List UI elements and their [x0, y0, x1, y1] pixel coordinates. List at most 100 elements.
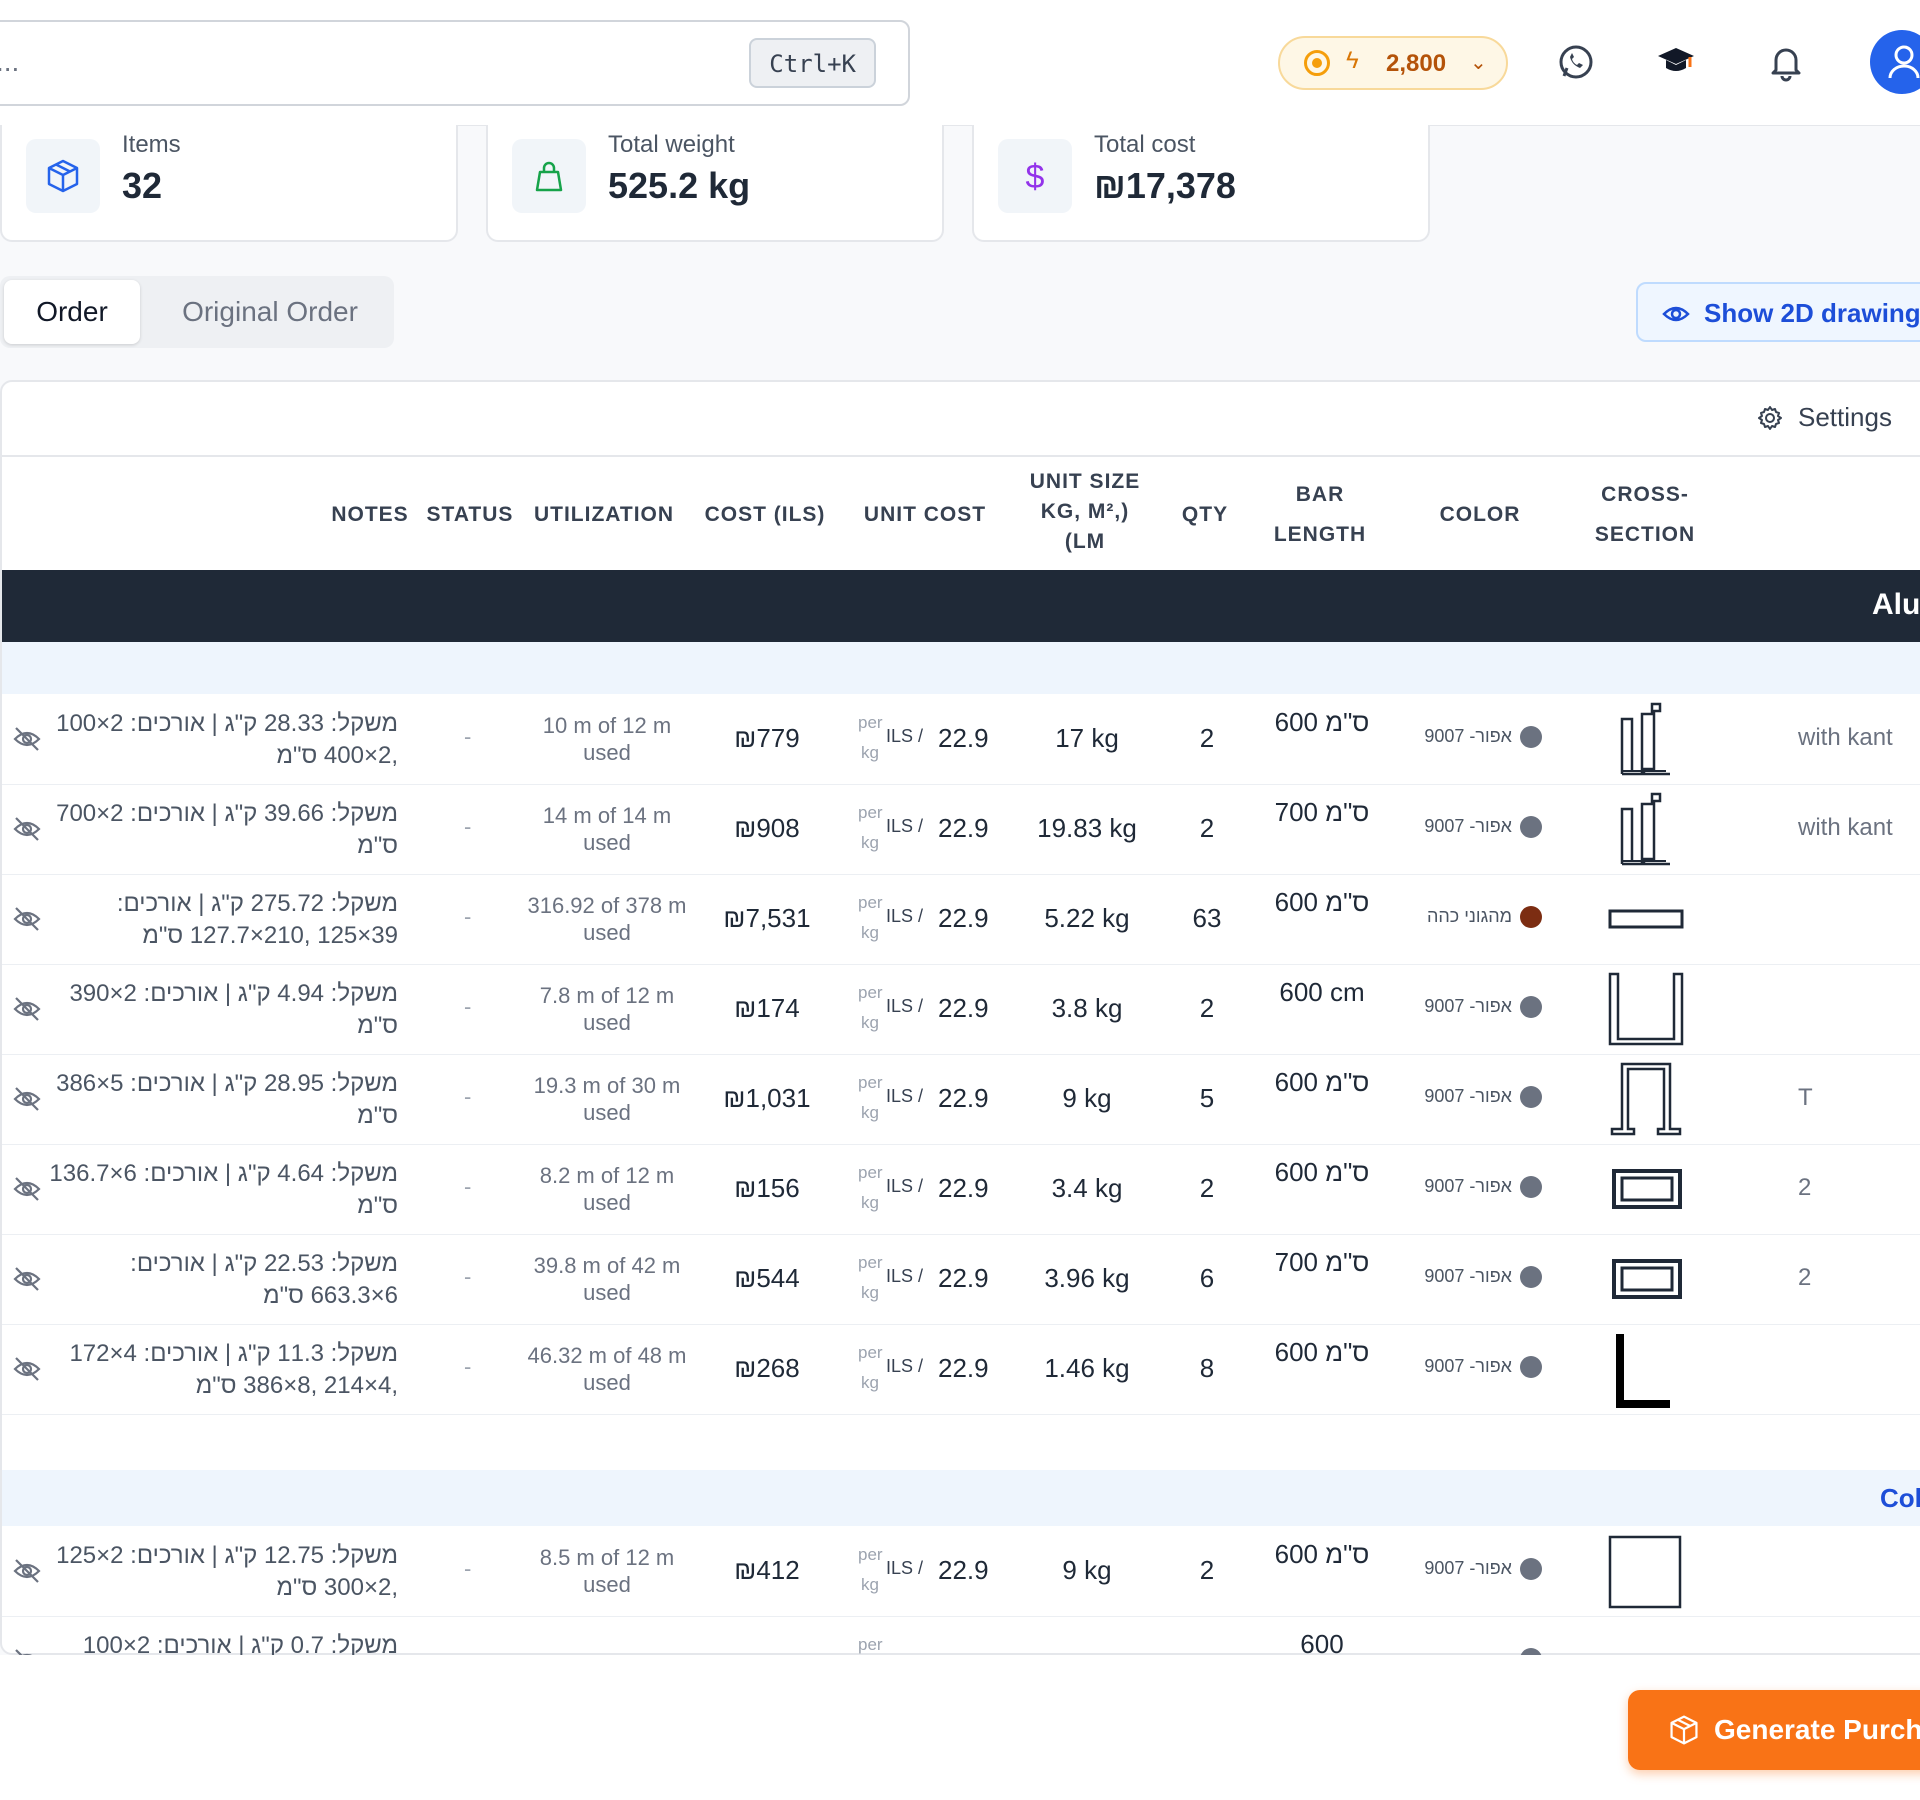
eye-off-icon[interactable]: [12, 1176, 42, 1202]
row-bar-length[interactable]: 600 ס"מ: [1272, 706, 1372, 738]
credits-value: 2,800: [1386, 50, 1447, 77]
row-notes[interactable]: משקל: 22.53 ק"ג | אורכים: 6×663.3 ס"מ: [42, 1248, 398, 1312]
col-unit-cost[interactable]: UNIT COST: [860, 495, 990, 535]
eye-icon: [1662, 306, 1690, 322]
credits-dropdown[interactable]: ϟ 2,800 ⌄: [1278, 36, 1508, 90]
row-bar-length[interactable]: 600 cm: [1272, 976, 1372, 1008]
color-swatch: [1520, 996, 1542, 1018]
row-unit-cost[interactable]: 22.9: [938, 723, 989, 754]
row-color-name: אפור- 9007: [1424, 1558, 1512, 1578]
tab-order[interactable]: Order: [4, 280, 140, 344]
cross-section-drawing[interactable]: [1592, 879, 1702, 959]
table-row[interactable]: משקל: 12.75 ק"ג | אורכים: 2×125 ,2×300 ס…: [2, 1526, 1920, 1617]
cross-section-drawing[interactable]: [1592, 1059, 1702, 1139]
row-utilization: 10 m of 12 m used: [542, 713, 672, 765]
cross-section-drawing[interactable]: [1592, 789, 1702, 869]
row-bar-length[interactable]: 600 ס"מ: [1272, 1538, 1372, 1570]
cross-section-drawing[interactable]: [1592, 1531, 1702, 1611]
table-row[interactable]: משקל: 22.53 ק"ג | אורכים: 6×663.3 ס"מ - 39…: [2, 1234, 1920, 1325]
col-qty[interactable]: QTY: [1170, 495, 1240, 535]
row-utilization: 316.92 of 378 m used: [527, 893, 687, 945]
table-row[interactable]: משקל: 4.64 ק"ג | אורכים: 6×136.7 ס"מ - 8.2…: [2, 1144, 1920, 1235]
table-row[interactable]: משקל: 11.3 ק"ג | אורכים: 4×172 ,4×214 ,8…: [2, 1324, 1920, 1415]
graduation-cap-icon[interactable]: [1656, 42, 1696, 82]
generate-purchase-button[interactable]: Generate Purcha: [1628, 1690, 1920, 1770]
search-input[interactable]: s... Ctrl+K: [0, 20, 910, 106]
eye-off-icon[interactable]: [12, 1558, 42, 1584]
group-subheader-2[interactable]: [2, 1470, 1920, 1526]
eye-off-icon[interactable]: [12, 726, 42, 752]
row-unit-cost[interactable]: 22.9: [938, 813, 989, 844]
row-qty[interactable]: 6: [1172, 1263, 1242, 1294]
row-qty[interactable]: 8: [1172, 1353, 1242, 1384]
color-swatch: [1520, 726, 1542, 748]
row-unit-cost[interactable]: 22.9: [938, 903, 989, 934]
row-utilization: 46.32 m of 48 m used: [527, 1343, 687, 1395]
row-unit-cost[interactable]: 22.9: [938, 1555, 989, 1586]
row-status: -: [464, 724, 472, 749]
eye-off-icon[interactable]: [12, 906, 42, 932]
whatsapp-icon[interactable]: [1556, 42, 1596, 82]
col-cross-section[interactable]: CROSS- SECTION: [1580, 475, 1710, 555]
row-qty[interactable]: 63: [1172, 903, 1242, 934]
table-row[interactable]: משקל: 4.94 ק"ג | אורכים: 2×390 ס"מ - 7.8 m…: [2, 964, 1920, 1055]
row-qty[interactable]: 2: [1172, 1173, 1242, 1204]
row-qty[interactable]: 2: [1172, 1555, 1242, 1586]
row-notes[interactable]: משקל: 39.66 ק"ג | אורכים: 2×700 ס"מ: [42, 798, 398, 862]
table-row[interactable]: משקל: 28.33 ק"ג | אורכים: 2×100 ,2×400 ס…: [2, 694, 1920, 785]
row-notes[interactable]: משקל: 4.64 ק"ג | אורכים: 6×136.7 ס"מ: [42, 1158, 398, 1222]
eye-off-icon[interactable]: [12, 1086, 42, 1112]
row-bar-length[interactable]: 600 ס"מ: [1272, 886, 1372, 918]
cross-section-drawing[interactable]: [1592, 699, 1702, 779]
table-row[interactable]: משקל: 275.72 ק"ג | אורכים: 39×125 ,210×1…: [2, 874, 1920, 965]
row-notes[interactable]: משקל: 275.72 ק"ג | אורכים: 39×125 ,210×1…: [42, 888, 398, 952]
row-cost: ₪908: [734, 813, 800, 843]
row-bar-length[interactable]: 700 ס"מ: [1272, 1246, 1372, 1278]
row-qty[interactable]: 2: [1172, 723, 1242, 754]
row-unit-size: 9 kg: [1062, 1083, 1112, 1113]
row-bar-length[interactable]: 600 ס"מ: [1272, 1156, 1372, 1188]
user-avatar[interactable]: [1870, 30, 1920, 94]
row-notes[interactable]: משקל: 4.94 ק"ג | אורכים: 2×390 ס"מ: [42, 978, 398, 1042]
row-qty[interactable]: 5: [1172, 1083, 1242, 1114]
col-notes[interactable]: NOTES: [330, 495, 410, 535]
col-color[interactable]: COLOR: [1420, 495, 1540, 535]
cross-section-drawing[interactable]: [1592, 1329, 1702, 1409]
show-2d-drawing-button[interactable]: Show 2D drawing: [1636, 282, 1920, 342]
col-bar-length[interactable]: BAR LENGTH: [1270, 475, 1370, 555]
row-color-name: אפור- 9007: [1424, 726, 1512, 746]
row-bar-length[interactable]: 600 ס"מ: [1272, 1066, 1372, 1098]
col-utilization[interactable]: UTILIZATION: [530, 495, 678, 535]
row-unit-cost[interactable]: 22.9: [938, 1083, 989, 1114]
row-unit-cost[interactable]: 22.9: [938, 1173, 989, 1204]
row-currency: ILS /: [886, 1356, 924, 1376]
row-qty[interactable]: 2: [1172, 813, 1242, 844]
table-row[interactable]: משקל: 28.95 ק"ג | אורכים: 5×386 ס"מ - 19.3…: [2, 1054, 1920, 1145]
eye-off-icon[interactable]: [12, 1266, 42, 1292]
col-unit-size[interactable]: UNIT SIZE KG, M²,) (LM: [1020, 467, 1150, 557]
group-header-aluminum[interactable]: Alu: [2, 570, 1920, 642]
row-notes[interactable]: משקל: 28.33 ק"ג | אורכים: 2×100 ,2×400 ס…: [42, 708, 398, 772]
bell-icon[interactable]: [1766, 42, 1806, 82]
eye-off-icon[interactable]: [12, 996, 42, 1022]
eye-off-icon[interactable]: [12, 816, 42, 842]
col-cost[interactable]: COST (ILS): [700, 495, 830, 535]
cross-section-drawing[interactable]: [1592, 1239, 1702, 1319]
row-unit-cost[interactable]: 22.9: [938, 1353, 989, 1384]
eye-off-icon[interactable]: [12, 1356, 42, 1382]
col-status[interactable]: STATUS: [422, 495, 518, 535]
row-notes[interactable]: משקל: 12.75 ק"ג | אורכים: 2×125 ,2×300 ס…: [42, 1540, 398, 1604]
row-bar-length[interactable]: 700 ס"מ: [1272, 796, 1372, 828]
tab-original-order[interactable]: Original Order: [160, 280, 380, 344]
table-row[interactable]: משקל: 39.66 ק"ג | אורכים: 2×700 ס"מ - 14 m…: [2, 784, 1920, 875]
row-notes[interactable]: משקל: 28.95 ק"ג | אורכים: 5×386 ס"מ: [42, 1068, 398, 1132]
row-bar-length[interactable]: 600 ס"מ: [1272, 1336, 1372, 1368]
row-unit-cost[interactable]: 22.9: [938, 1263, 989, 1294]
row-color-name: אפור- 9007: [1424, 1086, 1512, 1106]
row-notes[interactable]: משקל: 11.3 ק"ג | אורכים: 4×172 ,4×214 ,8…: [42, 1338, 398, 1402]
cross-section-drawing[interactable]: [1592, 969, 1702, 1049]
cross-section-drawing[interactable]: [1592, 1149, 1702, 1229]
row-unit-cost[interactable]: 22.9: [938, 993, 989, 1024]
row-qty[interactable]: 2: [1172, 993, 1242, 1024]
svg-text:$: $: [1026, 158, 1045, 194]
